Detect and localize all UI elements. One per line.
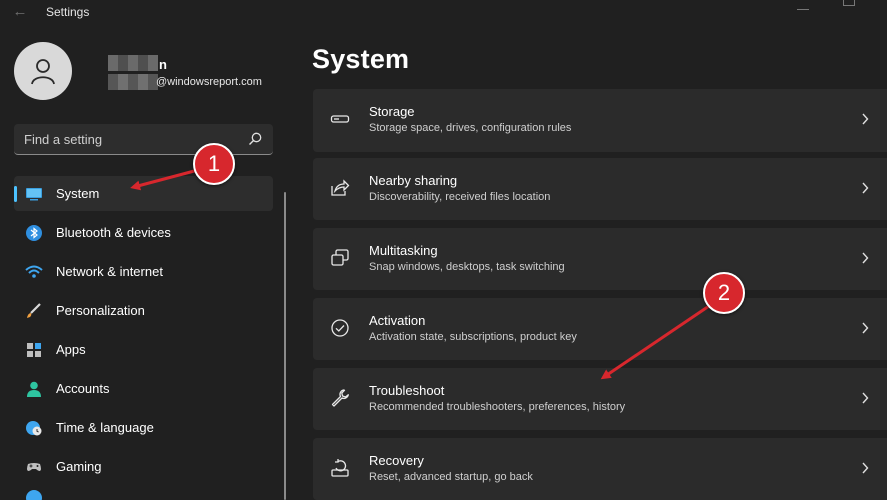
chevron-right-icon: [862, 322, 869, 334]
sidebar-item-gaming[interactable]: Gaming: [14, 449, 273, 484]
card-title: Nearby sharing: [369, 173, 458, 188]
sidebar-item-apps[interactable]: Apps: [14, 332, 273, 367]
sidebar-item-partial: [26, 488, 44, 500]
card-description: Reset, advanced startup, go back: [369, 471, 533, 483]
user-name-redacted: [108, 55, 158, 71]
settings-card-recovery[interactable]: Recovery Reset, advanced startup, go bac…: [313, 438, 887, 500]
bluetooth-icon: [26, 225, 42, 241]
minimize-button[interactable]: [797, 0, 809, 10]
multitasking-icon: [331, 249, 349, 266]
display-icon: [26, 188, 42, 201]
settings-card-troubleshoot[interactable]: Troubleshoot Recommended troubleshooters…: [313, 368, 887, 430]
sidebar-scrollbar[interactable]: [284, 192, 286, 500]
maximize-button[interactable]: [843, 0, 855, 6]
check-circle-icon: [331, 319, 349, 337]
card-title: Recovery: [369, 453, 424, 468]
sidebar-item-accounts[interactable]: Accounts: [14, 371, 273, 406]
search-box[interactable]: [14, 124, 273, 155]
sidebar-item-system[interactable]: System: [14, 176, 273, 211]
chevron-right-icon: [862, 182, 869, 194]
user-email: @windowsreport.com: [156, 76, 262, 88]
gamepad-icon: [27, 463, 41, 471]
card-description: Snap windows, desktops, task switching: [369, 261, 565, 273]
settings-card-storage[interactable]: Storage Storage space, drives, configura…: [313, 89, 887, 152]
title-bar: ← Settings: [0, 0, 887, 26]
sidebar-item-label: Accounts: [56, 381, 110, 396]
annotation-badge-2: 2: [703, 272, 745, 314]
share-icon: [331, 179, 350, 196]
card-description: Discoverability, received files location: [369, 191, 551, 203]
person-icon: [27, 381, 41, 397]
selection-indicator: [14, 186, 17, 202]
avatar[interactable]: [14, 42, 72, 100]
user-email-redacted: [108, 74, 158, 90]
sidebar-item-label: Personalization: [56, 303, 145, 318]
sidebar-item-label: Gaming: [56, 459, 102, 474]
card-description: Storage space, drives, configuration rul…: [369, 122, 572, 134]
settings-card-nearby-sharing[interactable]: Nearby sharing Discoverability, received…: [313, 158, 887, 220]
chevron-right-icon: [862, 392, 869, 404]
sidebar-item-label: Network & internet: [56, 264, 163, 279]
globe-clock-icon: [26, 421, 42, 436]
page-title: System: [312, 44, 410, 74]
user-name: n: [159, 57, 167, 72]
sidebar-item-bluetooth[interactable]: Bluetooth & devices: [14, 215, 273, 250]
card-description: Recommended troubleshooters, preferences…: [369, 401, 626, 413]
wifi-icon: [25, 265, 43, 278]
sidebar-item-label: Apps: [56, 342, 86, 357]
wrench-icon: [331, 389, 349, 407]
sidebar-item-label: Bluetooth & devices: [56, 225, 171, 240]
settings-card-multitasking[interactable]: Multitasking Snap windows, desktops, tas…: [313, 228, 887, 290]
sidebar-item-time-language[interactable]: Time & language: [14, 410, 273, 445]
person-icon: [31, 59, 55, 85]
brush-icon: [27, 303, 41, 318]
sidebar-item-personalization[interactable]: Personalization: [14, 293, 273, 328]
search-icon[interactable]: [247, 131, 263, 147]
card-title: Troubleshoot: [369, 383, 445, 398]
sidebar-item-label: System: [56, 186, 100, 201]
window-title: Settings: [46, 5, 90, 19]
chevron-right-icon: [862, 252, 869, 264]
apps-icon: [27, 343, 41, 357]
back-arrow-icon[interactable]: ←: [10, 3, 30, 21]
annotation-badge-1: 1: [193, 143, 235, 185]
chevron-right-icon: [862, 113, 869, 125]
card-title: Activation: [369, 313, 426, 328]
sidebar-item-network[interactable]: Network & internet: [14, 254, 273, 289]
card-title: Multitasking: [369, 243, 438, 258]
chevron-right-icon: [862, 462, 869, 474]
card-description: Activation state, subscriptions, product…: [369, 331, 577, 343]
recovery-icon: [331, 459, 349, 477]
settings-card-activation[interactable]: Activation Activation state, subscriptio…: [313, 298, 887, 360]
card-title: Storage: [369, 104, 415, 119]
sidebar-item-label: Time & language: [56, 420, 154, 435]
storage-icon: [330, 115, 350, 123]
